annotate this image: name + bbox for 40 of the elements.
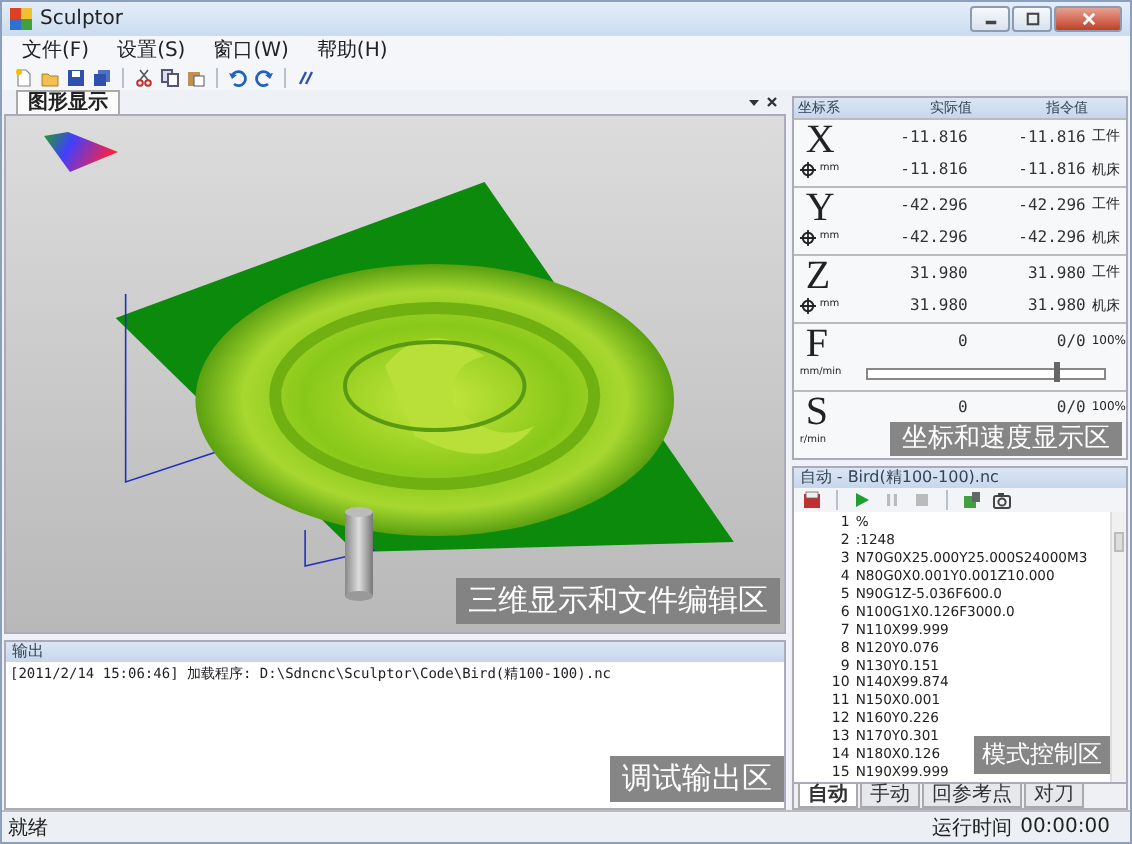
command-value: -11.816 bbox=[1016, 160, 1086, 179]
panel-title: 自动 - Bird(精100-100).nc bbox=[799, 468, 999, 488]
axis-letter: X bbox=[803, 120, 837, 160]
axis-letter: S bbox=[803, 392, 830, 432]
axis-letter: Z bbox=[803, 256, 833, 296]
status-text: 就绪 bbox=[8, 815, 48, 841]
annotation-label: 三维显示和文件编辑区 bbox=[455, 578, 780, 624]
axis-letter: F bbox=[803, 324, 830, 364]
runtime-label: 运行时间 bbox=[932, 815, 1013, 841]
menu-item[interactable]: 设置(S) bbox=[117, 36, 186, 64]
command-value: 0/0 bbox=[1054, 331, 1086, 350]
mode-tab[interactable]: 回参考点 bbox=[921, 784, 1022, 808]
actual-value: 31.980 bbox=[907, 296, 968, 315]
actual-value: 0 bbox=[956, 398, 968, 416]
command-value: -42.296 bbox=[1016, 195, 1086, 214]
window-title: Sculptor bbox=[40, 8, 123, 30]
actual-value: -42.296 bbox=[898, 228, 968, 247]
actual-value: 0 bbox=[956, 331, 968, 350]
actual-value: -42.296 bbox=[898, 195, 968, 214]
mode-tab[interactable]: 自动 bbox=[797, 784, 858, 808]
actual-value: 31.980 bbox=[907, 263, 968, 282]
panel-title: 输出 bbox=[12, 642, 44, 662]
annotation-label: 坐标和速度显示区 bbox=[890, 422, 1122, 456]
menu-item[interactable]: 帮助(H) bbox=[316, 36, 388, 64]
actual-value: -11.816 bbox=[898, 160, 968, 179]
command-value: 31.980 bbox=[1025, 263, 1086, 282]
annotation-label: 调试输出区 bbox=[609, 756, 784, 802]
runtime-value: 00:00:00 bbox=[1020, 816, 1110, 838]
command-value: 0/0 bbox=[1054, 398, 1086, 416]
menu-item[interactable]: 窗口(W) bbox=[213, 36, 289, 64]
mode-tab[interactable]: 手动 bbox=[859, 784, 920, 808]
annotation-label: 模式控制区 bbox=[974, 736, 1110, 774]
command-value: -42.296 bbox=[1016, 228, 1086, 247]
view-tab[interactable]: 图形显示 bbox=[16, 90, 120, 114]
command-value: 31.980 bbox=[1025, 296, 1086, 315]
command-value: -11.816 bbox=[1016, 127, 1086, 146]
menu-item[interactable]: 文件(F) bbox=[22, 36, 90, 64]
mode-tab[interactable]: 对刀 bbox=[1023, 784, 1084, 808]
actual-value: -11.816 bbox=[898, 127, 968, 146]
axis-letter: Y bbox=[803, 188, 837, 228]
